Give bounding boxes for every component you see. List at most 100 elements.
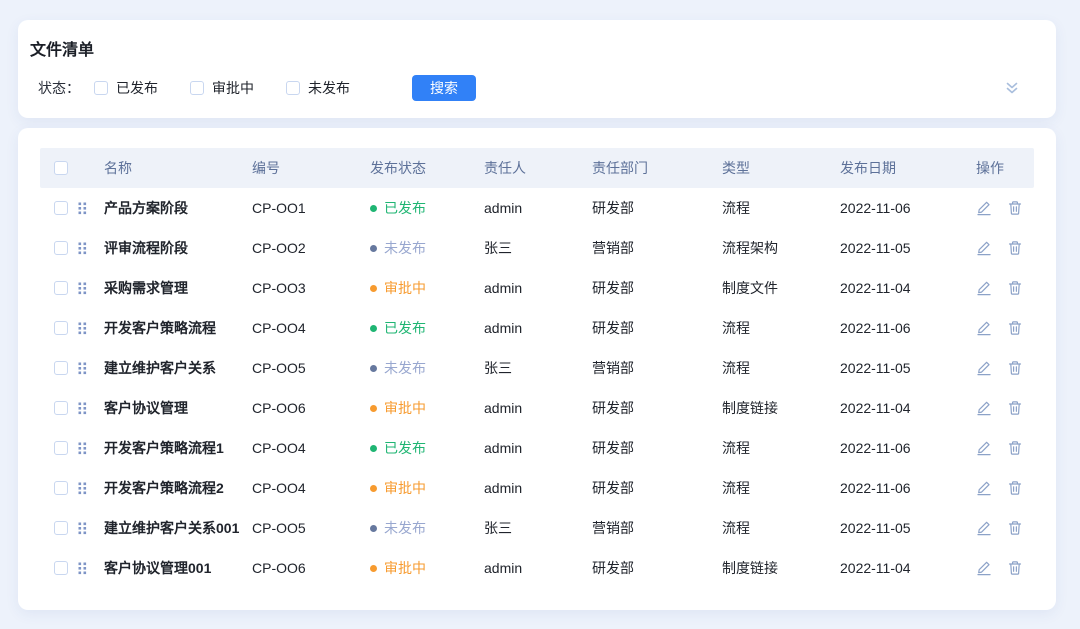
col-header-type: 类型 — [722, 158, 840, 178]
row-checkbox[interactable] — [54, 401, 68, 415]
drag-handle-dots-icon[interactable] — [78, 362, 104, 375]
department: 营销部 — [592, 238, 722, 258]
search-button[interactable]: 搜索 — [412, 75, 476, 101]
trash-icon[interactable] — [1007, 320, 1023, 336]
pending-checkbox[interactable] — [190, 81, 204, 95]
trash-icon[interactable] — [1007, 480, 1023, 496]
owner: admin — [484, 560, 592, 576]
filter-option-unpublished[interactable]: 未发布 — [286, 78, 350, 98]
file-code: CP-OO5 — [252, 360, 370, 376]
table-row: 采购需求管理 CP-OO3 审批中 admin 研发部 制度文件 2022-11… — [40, 268, 1034, 308]
published-checkbox[interactable] — [94, 81, 108, 95]
pencil-edit-icon[interactable] — [976, 360, 992, 376]
filter-option-pending[interactable]: 审批中 — [190, 78, 254, 98]
select-all-checkbox[interactable] — [54, 161, 68, 175]
filter-panel: 文件清单 状态： 已发布 审批中 未发布 搜索 — [18, 20, 1056, 118]
row-actions — [976, 440, 1034, 456]
drag-handle-dots-icon[interactable] — [78, 282, 104, 295]
status-dot-icon — [370, 445, 377, 452]
row-checkbox[interactable] — [54, 361, 68, 375]
status-dot-icon — [370, 245, 377, 252]
row-checkbox[interactable] — [54, 321, 68, 335]
trash-icon[interactable] — [1007, 240, 1023, 256]
owner: admin — [484, 400, 592, 416]
pencil-edit-icon[interactable] — [976, 200, 992, 216]
publish-date: 2022-11-06 — [840, 480, 976, 496]
trash-icon[interactable] — [1007, 440, 1023, 456]
row-checkbox[interactable] — [54, 521, 68, 535]
owner: admin — [484, 320, 592, 336]
owner: 张三 — [484, 358, 592, 378]
file-table-panel: 名称 编号 发布状态 责任人 责任部门 类型 发布日期 操作 产品方案阶段 CP… — [18, 128, 1056, 610]
department: 营销部 — [592, 358, 722, 378]
row-checkbox[interactable] — [54, 241, 68, 255]
pencil-edit-icon[interactable] — [976, 280, 992, 296]
status-label: 已发布 — [384, 318, 426, 338]
filter-option-published[interactable]: 已发布 — [94, 78, 158, 98]
pencil-edit-icon[interactable] — [976, 400, 992, 416]
file-name: 开发客户策略流程 — [104, 318, 252, 338]
pencil-edit-icon[interactable] — [976, 520, 992, 536]
drag-handle-dots-icon[interactable] — [78, 522, 104, 535]
row-actions — [976, 560, 1034, 576]
pencil-edit-icon[interactable] — [976, 440, 992, 456]
col-header-name: 名称 — [104, 158, 252, 178]
pending-checkbox-label: 审批中 — [212, 78, 254, 98]
col-header-status: 发布状态 — [370, 158, 484, 178]
department: 研发部 — [592, 438, 722, 458]
status-badge: 已发布 — [370, 438, 484, 458]
drag-handle-dots-icon[interactable] — [78, 322, 104, 335]
row-checkbox[interactable] — [54, 441, 68, 455]
pencil-edit-icon[interactable] — [976, 480, 992, 496]
row-actions — [976, 520, 1034, 536]
table-row: 产品方案阶段 CP-OO1 已发布 admin 研发部 流程 2022-11-0… — [40, 188, 1034, 228]
trash-icon[interactable] — [1007, 520, 1023, 536]
file-code: CP-OO2 — [252, 240, 370, 256]
drag-handle-dots-icon[interactable] — [78, 402, 104, 415]
trash-icon[interactable] — [1007, 200, 1023, 216]
status-label: 审批中 — [384, 558, 426, 578]
pencil-edit-icon[interactable] — [976, 320, 992, 336]
double-chevron-down-icon[interactable] — [1004, 80, 1020, 96]
file-code: CP-OO1 — [252, 200, 370, 216]
table-row: 建立维护客户关系001 CP-OO5 未发布 张三 营销部 流程 2022-11… — [40, 508, 1034, 548]
drag-handle-dots-icon[interactable] — [78, 482, 104, 495]
trash-icon[interactable] — [1007, 360, 1023, 376]
status-badge: 未发布 — [370, 518, 484, 538]
row-checkbox[interactable] — [54, 281, 68, 295]
file-code: CP-OO6 — [252, 560, 370, 576]
publish-date: 2022-11-06 — [840, 320, 976, 336]
drag-handle-dots-icon[interactable] — [78, 242, 104, 255]
status-badge: 已发布 — [370, 198, 484, 218]
drag-handle-dots-icon[interactable] — [78, 202, 104, 215]
drag-handle-dots-icon[interactable] — [78, 562, 104, 575]
pencil-edit-icon[interactable] — [976, 240, 992, 256]
owner: admin — [484, 440, 592, 456]
trash-icon[interactable] — [1007, 400, 1023, 416]
col-header-date: 发布日期 — [840, 158, 976, 178]
drag-handle-dots-icon[interactable] — [78, 442, 104, 455]
status-label: 审批中 — [384, 478, 426, 498]
row-checkbox[interactable] — [54, 481, 68, 495]
owner: admin — [484, 280, 592, 296]
row-checkbox[interactable] — [54, 201, 68, 215]
file-type: 制度文件 — [722, 278, 840, 298]
file-name: 建立维护客户关系001 — [104, 518, 252, 538]
table-row: 开发客户策略流程1 CP-OO4 已发布 admin 研发部 流程 2022-1… — [40, 428, 1034, 468]
row-actions — [976, 480, 1034, 496]
owner: 张三 — [484, 238, 592, 258]
status-dot-icon — [370, 565, 377, 572]
publish-date: 2022-11-05 — [840, 360, 976, 376]
row-actions — [976, 360, 1034, 376]
owner: admin — [484, 200, 592, 216]
row-checkbox[interactable] — [54, 561, 68, 575]
file-type: 流程 — [722, 438, 840, 458]
trash-icon[interactable] — [1007, 560, 1023, 576]
file-code: CP-OO4 — [252, 320, 370, 336]
col-header-actions: 操作 — [976, 158, 1034, 178]
unpublished-checkbox[interactable] — [286, 81, 300, 95]
status-dot-icon — [370, 405, 377, 412]
trash-icon[interactable] — [1007, 280, 1023, 296]
status-dot-icon — [370, 285, 377, 292]
pencil-edit-icon[interactable] — [976, 560, 992, 576]
